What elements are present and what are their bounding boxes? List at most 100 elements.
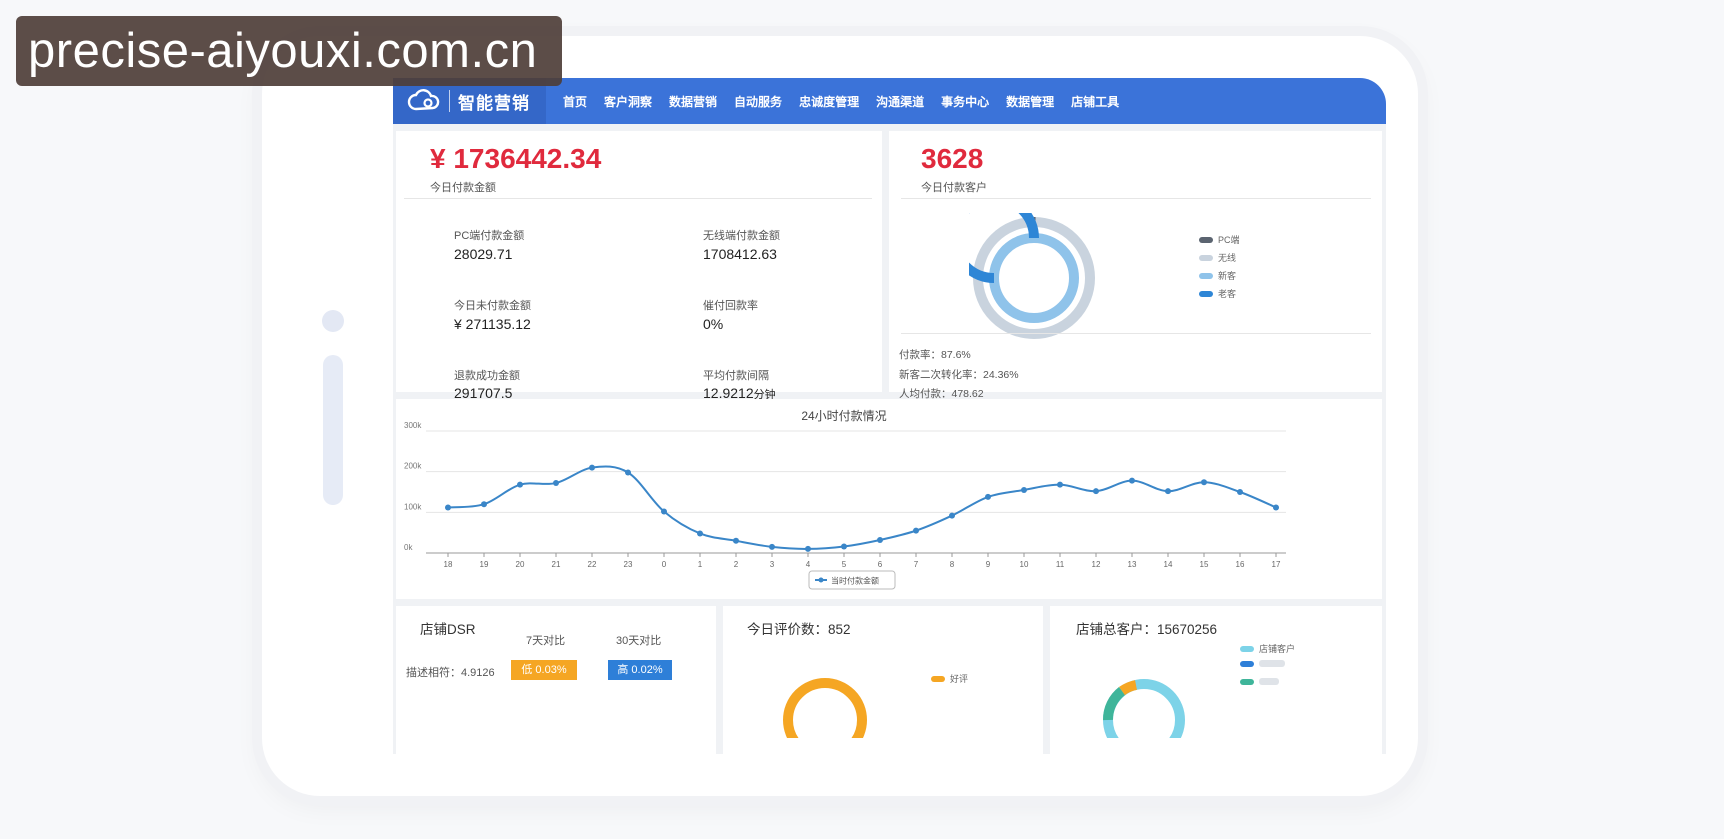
payment-amount-label: 今日付款金额 bbox=[430, 182, 496, 194]
device-camera-dot bbox=[322, 310, 344, 332]
legend-item[interactable]: 老客 bbox=[1199, 287, 1236, 300]
line-chart: 0k100k200k300k18 19 20 21 22 23 0 1 2 3 4 5 6 7 8 9 10 11… bbox=[404, 421, 1286, 590]
device-side-button bbox=[323, 355, 343, 505]
metric-value: 0% bbox=[703, 316, 724, 332]
reviews-title: 今日评价数：852 bbox=[747, 622, 851, 637]
data-point bbox=[445, 504, 451, 511]
data-point bbox=[625, 469, 631, 476]
hourly-payment-card: 24小时付款情况 0k 100k 200k 300k 18 19 20 21 22 23 0 1 2 3 4… bbox=[396, 399, 1382, 599]
x-tick-label: 20 bbox=[516, 560, 525, 569]
legend-label: 店铺客户 bbox=[1259, 644, 1296, 654]
chart-legend-label: 当时付款金额 bbox=[831, 576, 879, 586]
x-tick-label: 18 bbox=[444, 560, 453, 569]
legend-swatch bbox=[1240, 645, 1254, 652]
data-point bbox=[949, 512, 955, 519]
y-tick-label: 300k bbox=[404, 421, 422, 430]
customers-card: 3628 今日付款客户 PC端 无线 新客 老客 付款率：87.6% 新客二次转… bbox=[889, 131, 1382, 400]
data-point bbox=[661, 508, 667, 515]
x-tick-label: 13 bbox=[1128, 560, 1137, 569]
x-tick-label: 17 bbox=[1272, 560, 1281, 569]
y-tick-label: 200k bbox=[404, 462, 422, 471]
legend-blurred-bar bbox=[1259, 660, 1285, 667]
x-tick-label: 2 bbox=[734, 560, 739, 569]
x-tick-label: 7 bbox=[914, 560, 919, 569]
watermark-banner: precise-aiyouxi.com.cn bbox=[16, 16, 562, 86]
legend-swatch bbox=[1199, 236, 1213, 243]
x-tick-label: 6 bbox=[878, 560, 883, 569]
legend-swatch bbox=[1199, 290, 1213, 297]
payment-amount: ¥ 1736442.34 bbox=[430, 143, 602, 174]
data-point bbox=[769, 543, 775, 550]
x-tick-label: 8 bbox=[950, 560, 955, 569]
legend-marker bbox=[818, 577, 824, 583]
legend-item-blurred[interactable] bbox=[1240, 678, 1279, 685]
data-point bbox=[841, 543, 847, 550]
legend-label: 新客 bbox=[1218, 271, 1237, 281]
data-point bbox=[1201, 479, 1207, 486]
data-point bbox=[481, 501, 487, 508]
legend-item[interactable]: PC端 bbox=[1199, 233, 1240, 246]
dsr-badge-high: 高 0.02% bbox=[608, 660, 672, 680]
shop-customers-donut-chart bbox=[1103, 679, 1185, 738]
legend-item[interactable]: 无线 bbox=[1199, 251, 1236, 264]
legend-item[interactable]: 好评 bbox=[931, 672, 968, 685]
data-point bbox=[1129, 477, 1135, 484]
dsr-row-label: 描述相符：4.9126 bbox=[406, 667, 495, 679]
x-tick-label: 0 bbox=[662, 560, 667, 569]
stat-conversion: 新客二次转化率：24.36% bbox=[899, 369, 1019, 381]
x-tick-label: 11 bbox=[1056, 560, 1065, 569]
x-tick-label: 3 bbox=[770, 560, 775, 569]
data-point bbox=[697, 530, 703, 537]
divider bbox=[901, 333, 1371, 334]
nav-item-channels[interactable]: 沟通渠道 bbox=[876, 93, 924, 110]
dsr-card: 店铺DSR 7天对比 30天对比 描述相符：4.9126 低 0.03% 高 0… bbox=[396, 606, 716, 754]
dsr-title: 店铺DSR bbox=[420, 622, 476, 637]
nav-item-data-management[interactable]: 数据管理 bbox=[1006, 93, 1054, 110]
data-point bbox=[1057, 481, 1063, 488]
metric-label: 今日未付款金额 bbox=[454, 300, 531, 312]
data-point bbox=[985, 493, 991, 500]
nav-menu: 首页 客户洞察 数据营销 自动服务 忠诚度管理 沟通渠道 事务中心 数据管理 店… bbox=[563, 78, 1136, 124]
nav-item-data-marketing[interactable]: 数据营销 bbox=[669, 93, 717, 110]
nav-item-customer-insight[interactable]: 客户洞察 bbox=[604, 93, 652, 110]
metric-label: PC端付款金额 bbox=[454, 230, 525, 242]
series-line bbox=[447, 465, 1277, 550]
data-point bbox=[1093, 488, 1099, 495]
divider bbox=[404, 198, 872, 199]
legend-swatch bbox=[1240, 678, 1254, 685]
brand-name: 智能营销 bbox=[458, 93, 530, 113]
reviews-card: 今日评价数：852 好评 bbox=[723, 606, 1043, 754]
legend-item-blurred[interactable] bbox=[1240, 660, 1285, 667]
x-tick-label: 12 bbox=[1092, 560, 1101, 569]
nav-item-shop-tools[interactable]: 店铺工具 bbox=[1071, 93, 1119, 110]
x-tick-label: 9 bbox=[986, 560, 991, 569]
y-tick-label: 100k bbox=[404, 502, 422, 511]
x-tick-label: 4 bbox=[806, 560, 811, 569]
dashboard-screen: 智能营销 首页 客户洞察 数据营销 自动服务 忠诚度管理 沟通渠道 事务中心 数… bbox=[393, 78, 1386, 754]
legend-item[interactable]: 新客 bbox=[1199, 269, 1236, 282]
donut-inner-ring bbox=[989, 233, 1079, 323]
x-tick-label: 5 bbox=[842, 560, 847, 569]
cloud-logo-icon bbox=[407, 89, 440, 111]
nav-item-loyalty[interactable]: 忠诚度管理 bbox=[799, 93, 859, 110]
x-tick-label: 10 bbox=[1020, 560, 1029, 569]
data-point bbox=[1021, 486, 1027, 493]
metric-value: 28029.71 bbox=[454, 246, 513, 262]
shop-customers-card: 店铺总客户：15670256 店铺客户 bbox=[1050, 606, 1382, 754]
data-point bbox=[805, 545, 811, 552]
payment-card: ¥ 1736442.34 今日付款金额 PC端付款金额 28029.71 无线端… bbox=[396, 131, 882, 401]
data-point bbox=[877, 536, 883, 543]
nav-item-affairs[interactable]: 事务中心 bbox=[941, 93, 989, 110]
nav-item-home[interactable]: 首页 bbox=[563, 93, 587, 110]
y-tick-label: 0k bbox=[404, 543, 413, 552]
dsr-col-30day: 30天对比 bbox=[616, 635, 662, 647]
customer-donut-chart bbox=[969, 213, 1095, 339]
legend-swatch bbox=[1240, 660, 1254, 667]
nav-item-auto-service[interactable]: 自动服务 bbox=[734, 93, 782, 110]
metric-value: 1708412.63 bbox=[703, 246, 777, 262]
legend-item[interactable]: 店铺客户 bbox=[1240, 642, 1295, 655]
customer-count: 3628 bbox=[921, 143, 984, 174]
data-point bbox=[1273, 504, 1279, 511]
metric-label: 平均付款间隔 bbox=[703, 370, 769, 382]
x-tick-label: 23 bbox=[624, 560, 633, 569]
